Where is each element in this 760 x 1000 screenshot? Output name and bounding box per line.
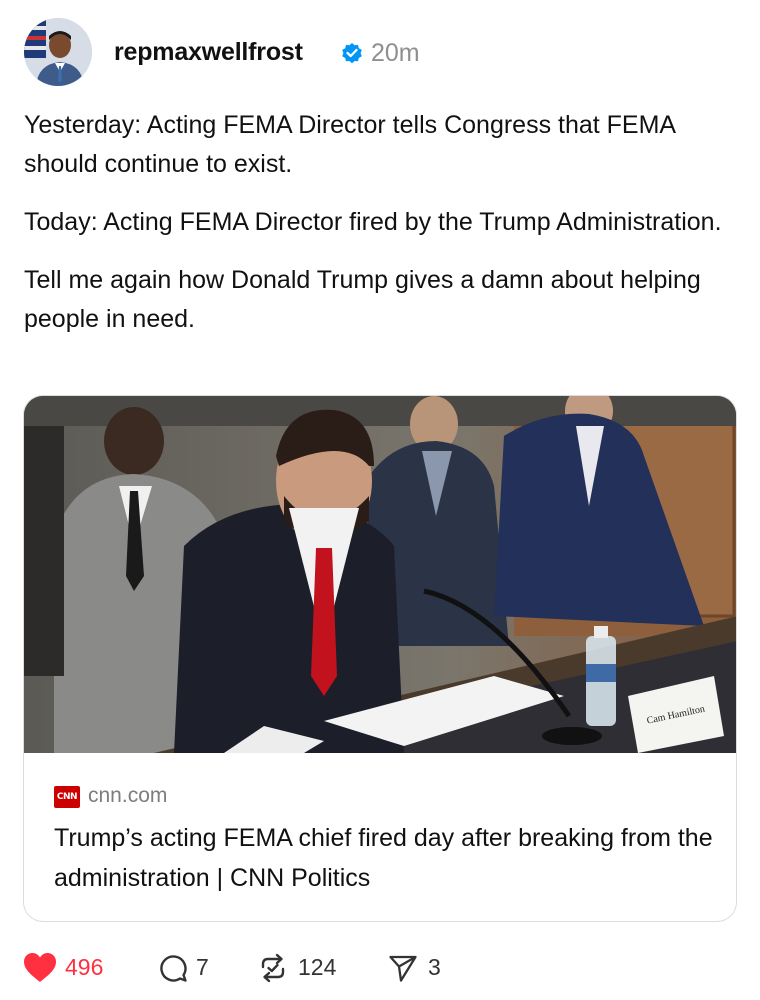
link-preview-image: Cam Hamilton (24, 396, 736, 753)
repost-count: 124 (298, 954, 337, 980)
link-title[interactable]: Trump’s acting FEMA chief fired day afte… (54, 818, 714, 898)
post-time: 20m (371, 39, 420, 67)
post-body: Yesterday: Acting FEMA Director tells Co… (24, 106, 736, 358)
username[interactable]: repmaxwellfrost (114, 38, 303, 67)
post-paragraph: Today: Acting FEMA Director fired by the… (24, 208, 722, 236)
reply-count: 7 (196, 954, 209, 980)
comment-icon (160, 955, 187, 982)
share-button[interactable]: 3 (388, 950, 448, 986)
repost-icon (261, 953, 285, 983)
post-actions: 496 7 124 3 (24, 950, 736, 986)
post-paragraph: Yesterday: Acting FEMA Director tells Co… (24, 111, 675, 178)
post-paragraph: Tell me again how Donald Trump gives a d… (24, 266, 701, 333)
verified-badge-icon (342, 43, 362, 64)
link-preview-card[interactable]: Cam Hamilton CNN cnn.com Trump’s acting … (23, 395, 737, 922)
share-icon (389, 955, 417, 982)
heart-icon (24, 953, 56, 982)
like-button[interactable]: 496 (24, 950, 116, 986)
cnn-logo-icon: CNN (54, 786, 80, 808)
like-count: 496 (65, 954, 104, 980)
reply-button[interactable]: 7 (158, 950, 218, 986)
avatar[interactable] (24, 18, 92, 86)
link-domain: cnn.com (88, 784, 168, 807)
post-header: repmaxwellfrost 20m (24, 18, 736, 88)
share-count: 3 (428, 954, 441, 980)
repost-button[interactable]: 124 (258, 950, 358, 986)
